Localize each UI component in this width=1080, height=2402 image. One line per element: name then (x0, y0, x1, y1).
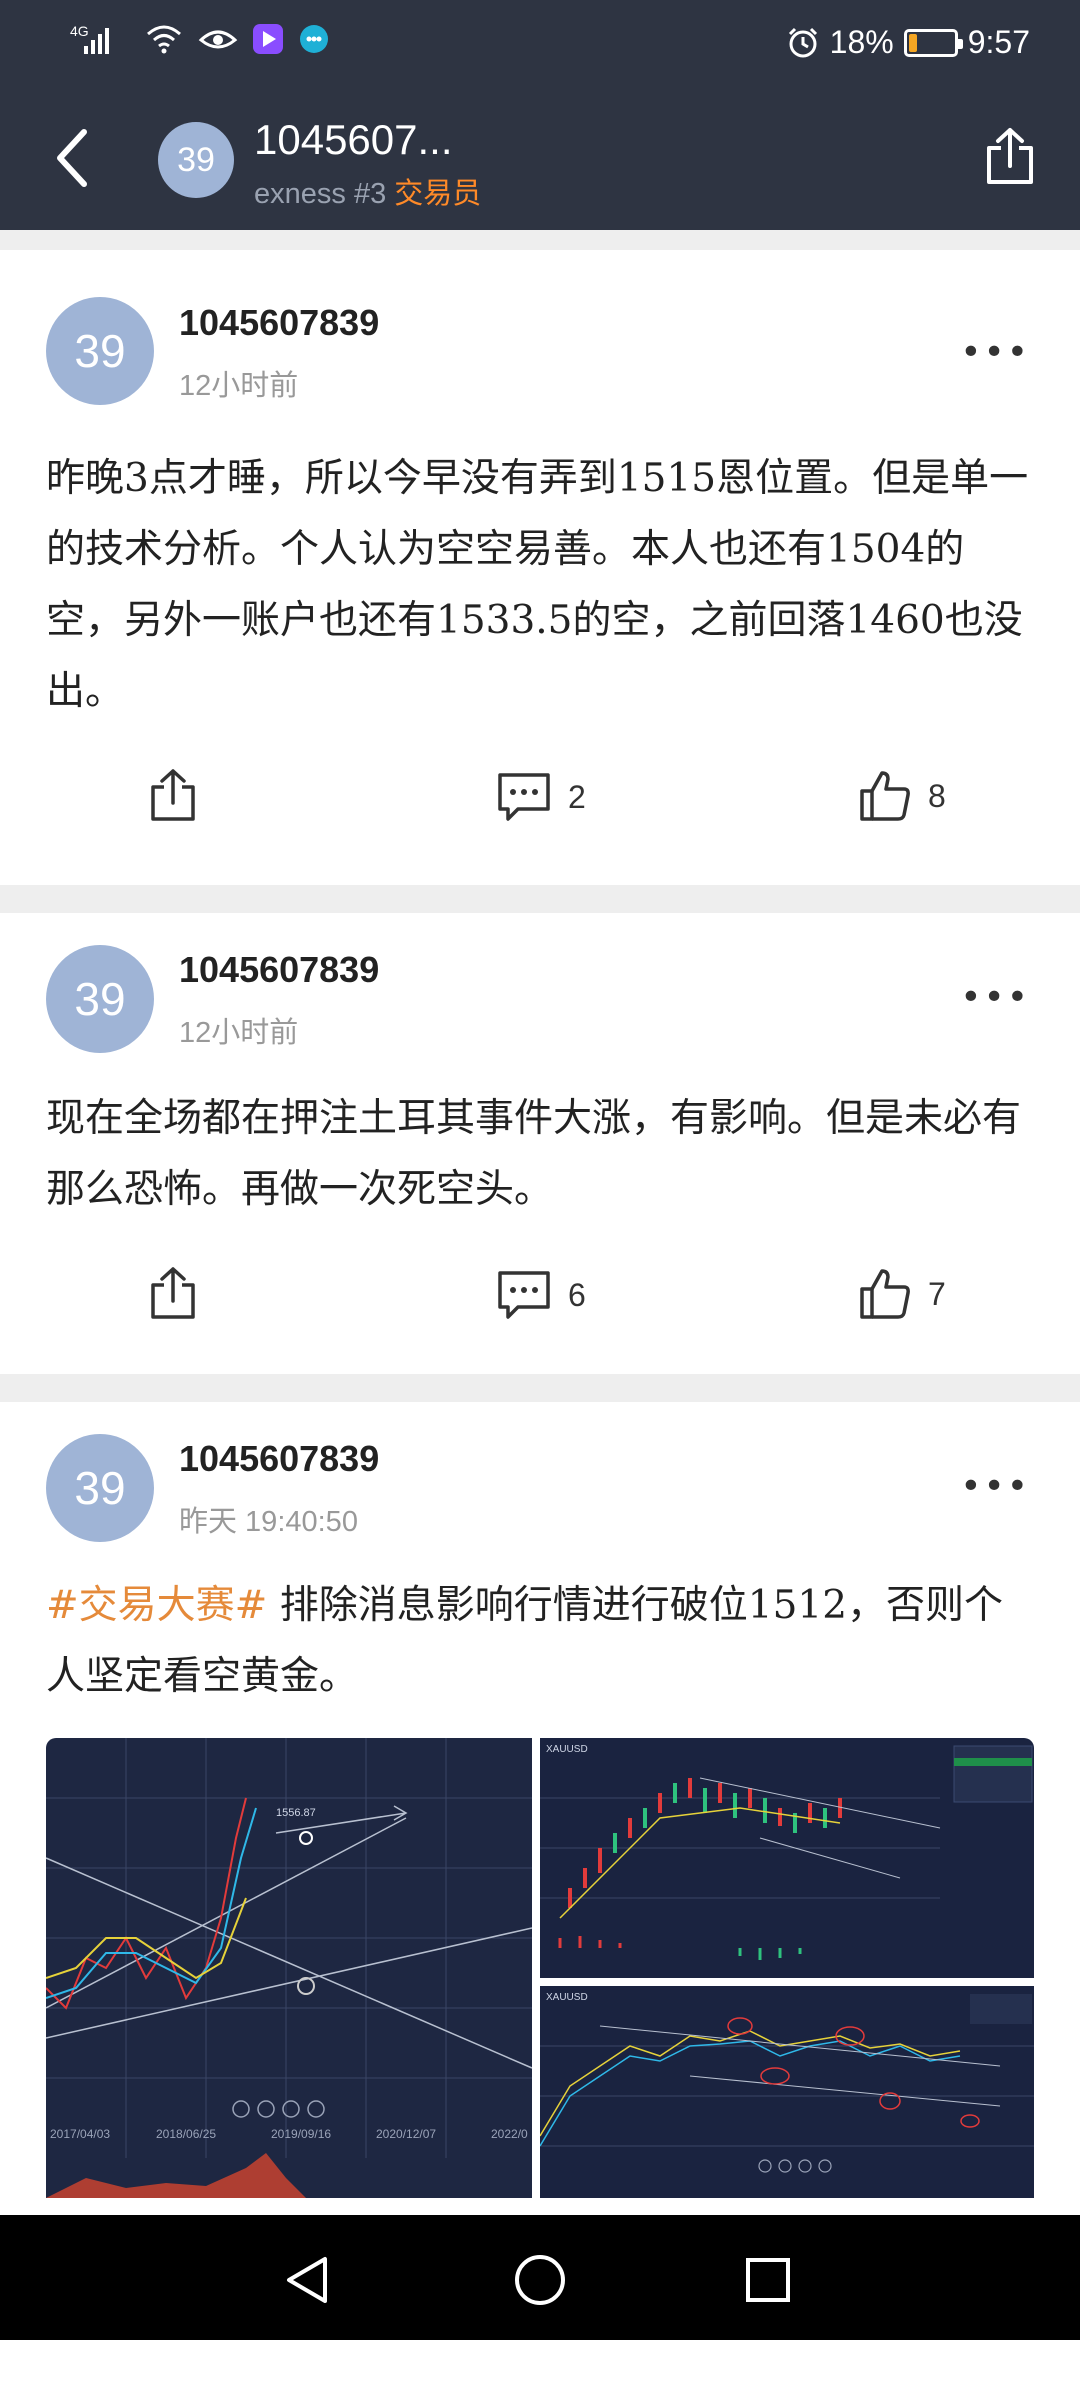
broker-label: exness #3 (254, 178, 387, 210)
post-actions: 2 8 (0, 727, 1080, 885)
battery-icon (903, 28, 963, 57)
post-text: 昨晚3点才睡，所以今早没有弄到1515恩位置。但是单一的技术分析。个人认为空空易… (46, 456, 1029, 714)
like-button[interactable]: 7 (858, 1267, 946, 1321)
chart-image-large[interactable]: 1556.87 2017/04/03 2018/06/25 2019/09/16 20… (46, 1738, 532, 2198)
post-time: 12小时前 (179, 1017, 299, 1049)
chart-date-label: 2018/06/25 (156, 2127, 216, 2141)
like-button[interactable]: 8 (858, 769, 946, 823)
back-button[interactable] (32, 118, 112, 198)
nav-back-icon (287, 2257, 327, 2303)
avatar[interactable]: 39 (46, 297, 154, 405)
chart-date-label: 2020/12/07 (376, 2127, 436, 2141)
chart-date-label: 2022/0 (491, 2127, 528, 2141)
svg-text:XAUUSD: XAUUSD (546, 1992, 588, 2003)
more-button[interactable]: ••• (960, 977, 1030, 1018)
comment-count: 2 (568, 778, 586, 815)
post-time: 12小时前 (179, 370, 299, 402)
thumbs-up-icon (860, 1269, 910, 1319)
topic-tag[interactable]: #交易大赛# (46, 1583, 267, 1628)
header-title: 1045607... (254, 116, 453, 163)
system-nav-bar (0, 2215, 1080, 2340)
alarm-icon (788, 27, 817, 57)
share-icon (151, 1267, 195, 1319)
battery-level (908, 33, 917, 52)
signal-icon: 4G (70, 23, 109, 54)
nav-recents-icon (746, 2258, 790, 2302)
more-icon: ••• (960, 332, 1030, 373)
clock: 9:57 (967, 24, 1030, 60)
avatar[interactable]: 39 (46, 945, 154, 1053)
video-app-icon (253, 24, 283, 54)
post-share-button[interactable] (148, 767, 198, 823)
username[interactable]: 1045607839 (179, 302, 379, 344)
status-icons-right: 18% 9:57 (786, 24, 1030, 61)
post-feed: 39 1045607839 12小时前 ••• 昨晚3点才睡，所以今早没有弄到1… (0, 230, 1080, 2402)
avatar[interactable]: 39 (46, 1434, 154, 1542)
thumbs-up-icon (860, 771, 910, 821)
post-text: #交易大赛# 排除消息影响行情进行破位1512，否则个人坚定看空黄金。 (0, 1570, 1080, 1712)
more-button[interactable]: ••• (960, 332, 1030, 373)
post-header: 39 1045607839 昨天 19:40:50 ••• (0, 1402, 1080, 1570)
post-header: 39 1045607839 12小时前 ••• (0, 913, 1080, 1083)
svg-text:4G: 4G (70, 23, 89, 39)
chart-price-tag: 1556.87 (276, 1807, 316, 1819)
share-button[interactable] (970, 116, 1050, 196)
post-share-button[interactable] (148, 1265, 198, 1321)
post-actions: 6 7 (0, 1225, 1080, 1374)
like-count: 7 (928, 1275, 946, 1312)
nav-home-button[interactable] (505, 2245, 575, 2315)
nav-home-icon (515, 2255, 565, 2305)
comment-icon (498, 1271, 550, 1319)
chat-app-icon (300, 25, 328, 53)
chart-image-large-graphic: 1556.87 2017/04/03 2018/06/25 2019/09/16 20… (46, 1738, 532, 2198)
chart-date-label: 2017/04/03 (50, 2127, 110, 2141)
header-subtitle: exness #3 交易员 (254, 170, 481, 212)
username[interactable]: 1045607839 (179, 1438, 379, 1480)
chart-image-bottom[interactable]: XAUUSD (540, 1986, 1034, 2198)
post-time: 昨天 19:40:50 (179, 1506, 358, 1538)
back-arrow-icon (57, 129, 87, 187)
chart-image-top-graphic: XAUUSD (540, 1744, 1033, 1960)
chart-date-label: 2019/09/16 (271, 2127, 331, 2141)
comment-button[interactable]: 6 (496, 1269, 586, 1321)
feed-divider (0, 230, 1080, 250)
header-avatar[interactable]: 39 (158, 122, 234, 198)
chart-image-top[interactable]: XAUUSD (540, 1738, 1034, 1978)
feed-divider (0, 885, 1080, 913)
post-text: 现在全场都在押注土耳其事件大涨，有影响。但是未必有那么恐怖。再做一次死空头。 (46, 1096, 1022, 1212)
post-card[interactable]: 39 1045607839 12小时前 ••• 现在全场都在押注土耳其事件大涨，… (0, 913, 1080, 1374)
battery-percent: 18% (829, 24, 894, 60)
eye-icon (198, 30, 238, 49)
app-bar: 39 1045607... exness #3 交易员 (0, 90, 1080, 230)
share-icon (151, 769, 195, 821)
more-button[interactable]: ••• (960, 1466, 1030, 1507)
username[interactable]: 1045607839 (179, 949, 379, 991)
comment-button[interactable]: 2 (496, 771, 586, 823)
share-icon (987, 128, 1033, 184)
comment-count: 6 (568, 1276, 586, 1313)
comment-icon (498, 773, 550, 821)
chart-image-bottom-graphic: XAUUSD (540, 1992, 1034, 2173)
status-icons-left: 4G (70, 22, 330, 56)
like-count: 8 (928, 777, 946, 814)
more-icon: ••• (960, 1466, 1030, 1507)
svg-text:XAUUSD: XAUUSD (546, 1744, 588, 1755)
post-card[interactable]: 39 1045607839 12小时前 ••• 昨晚3点才睡，所以今早没有弄到1… (0, 250, 1080, 885)
nav-recents-button[interactable] (733, 2245, 803, 2315)
post-header: 39 1045607839 12小时前 ••• (0, 250, 1080, 443)
nav-back-button[interactable] (273, 2245, 343, 2315)
status-bar: 4G 18% 9:57 (0, 0, 1080, 90)
post-images: 1556.87 2017/04/03 2018/06/25 2019/09/16 20… (0, 1712, 1080, 2272)
more-icon: ••• (960, 977, 1030, 1018)
wifi-icon (147, 25, 181, 54)
role-label: 交易员 (394, 178, 482, 210)
feed-divider (0, 1374, 1080, 1402)
